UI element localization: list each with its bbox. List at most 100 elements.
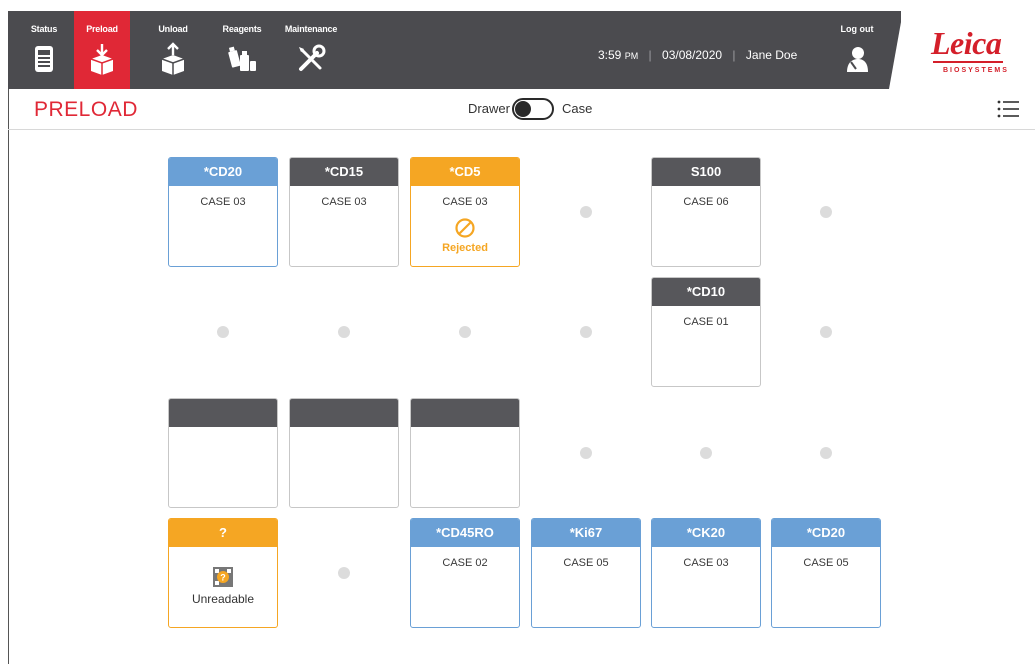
slide-body: CASE 03 xyxy=(169,186,277,208)
slide-card-frame[interactable] xyxy=(168,398,278,508)
slide-body xyxy=(169,427,277,437)
empty-slot[interactable] xyxy=(651,398,761,508)
slide-body: CASE 05 xyxy=(532,547,640,569)
nav-status-label: Status xyxy=(30,24,58,34)
nav-preload[interactable]: Preload xyxy=(74,11,130,89)
tools-icon xyxy=(299,44,326,71)
logout-button[interactable]: Log out xyxy=(834,11,880,89)
slide-card-frame[interactable]: *CD5 CASE 03 Rejected xyxy=(410,157,520,267)
separator: | xyxy=(648,48,652,62)
brand-name: Leica xyxy=(931,25,1002,61)
slide-card[interactable]: *CD20 CASE 03 xyxy=(168,157,278,267)
slide-card-frame[interactable]: *CD20 CASE 03 xyxy=(168,157,278,267)
status-clock: 3:59 PM | 03/08/2020 | Jane Doe xyxy=(598,48,797,62)
time-text: 3:59 xyxy=(598,48,622,62)
empty-slot-dot xyxy=(580,447,592,459)
slide-case: CASE 02 xyxy=(442,557,488,569)
slide-card-frame[interactable]: *Ki67 CASE 05 xyxy=(531,518,641,628)
nav-maintenance[interactable]: Maintenance xyxy=(278,11,344,89)
slide-body xyxy=(411,427,519,437)
slide-card-frame[interactable] xyxy=(410,398,520,508)
slide-card-frame[interactable]: *CD20 CASE 05 xyxy=(771,518,881,628)
slide-card-frame[interactable] xyxy=(289,398,399,508)
slide-body: CASE 05 xyxy=(772,547,880,569)
nav-reagents[interactable]: Reagents xyxy=(212,11,272,89)
slide-card[interactable]: *CD10 CASE 01 xyxy=(651,277,761,387)
empty-slot[interactable] xyxy=(410,277,520,387)
slide-card-frame[interactable]: *CK20 CASE 03 xyxy=(651,518,761,628)
empty-slot[interactable] xyxy=(531,398,641,508)
slide-marker xyxy=(411,399,519,427)
slide-case: CASE 06 xyxy=(683,196,729,208)
slide-body: CASE 02 xyxy=(411,547,519,569)
slide-card-frame[interactable]: *CD15 CASE 03 xyxy=(289,157,399,267)
slide-body: CASE 03 xyxy=(652,547,760,569)
empty-slot-dot xyxy=(459,326,471,338)
brand-subtitle: BIOSYSTEMS xyxy=(943,67,1009,74)
empty-slot[interactable] xyxy=(531,277,641,387)
slide-marker: *CD10 xyxy=(652,278,760,306)
empty-slot[interactable] xyxy=(168,277,278,387)
empty-slot-dot xyxy=(820,326,832,338)
slide-case: CASE 03 xyxy=(683,557,729,569)
slide-card-frame[interactable]: ?? Unreadable xyxy=(168,518,278,628)
top-navigation-bar: Status Preload Unload Reagents Maintenan… xyxy=(8,11,1035,89)
svg-text:?: ? xyxy=(220,573,226,583)
instrument-icon xyxy=(35,46,53,72)
slide-body: ? Unreadable xyxy=(169,547,277,606)
slide-card-frame[interactable]: S100 CASE 06 xyxy=(651,157,761,267)
slide-marker: *CD20 xyxy=(169,158,277,186)
slide-card[interactable]: ?? Unreadable xyxy=(168,518,278,628)
drawer-case-switch[interactable] xyxy=(512,98,554,120)
slide-card[interactable] xyxy=(168,398,278,508)
empty-slot-dot xyxy=(338,326,350,338)
slide-marker: *CD20 xyxy=(772,519,880,547)
slide-marker xyxy=(290,399,398,427)
slide-marker: ? xyxy=(169,519,277,547)
slide-card[interactable] xyxy=(410,398,520,508)
nav-unload-label: Unload xyxy=(158,24,188,34)
empty-slot-dot xyxy=(580,206,592,218)
slide-card-frame[interactable]: *CD45RO CASE 02 xyxy=(410,518,520,628)
slide-card[interactable]: S100 CASE 06 xyxy=(651,157,761,267)
empty-slot[interactable] xyxy=(531,157,641,267)
unreadable-barcode-icon: ? xyxy=(213,567,233,587)
nav-maintenance-label: Maintenance xyxy=(284,24,338,34)
empty-slot[interactable] xyxy=(771,277,881,387)
toggle-right-label: Case xyxy=(562,101,593,116)
nav-status[interactable]: Status xyxy=(20,11,68,89)
slide-card[interactable]: *CD5 CASE 03 Rejected xyxy=(410,157,520,267)
slide-card[interactable]: *CD45RO CASE 02 xyxy=(410,518,520,628)
slide-body: CASE 03 xyxy=(290,186,398,208)
slide-case: CASE 05 xyxy=(563,557,609,569)
slide-card[interactable]: *CD15 CASE 03 xyxy=(289,157,399,267)
empty-slot[interactable] xyxy=(289,518,399,628)
empty-slot[interactable] xyxy=(289,277,399,387)
list-menu-icon[interactable] xyxy=(997,98,1019,120)
toggle-left-label: Drawer xyxy=(468,101,510,116)
slide-card[interactable]: *Ki67 CASE 05 xyxy=(531,518,641,628)
slide-status: Rejected xyxy=(442,242,488,254)
slide-body xyxy=(290,427,398,437)
slide-body: CASE 06 xyxy=(652,186,760,208)
toggle-knob[interactable] xyxy=(515,101,531,117)
slide-card-frame[interactable]: *CD10 CASE 01 xyxy=(651,277,761,387)
left-border xyxy=(8,89,9,664)
date-text: 03/08/2020 xyxy=(662,48,723,62)
slide-case: CASE 01 xyxy=(683,316,729,328)
empty-slot[interactable] xyxy=(771,157,881,267)
slide-body: CASE 01 xyxy=(652,306,760,328)
slide-marker: S100 xyxy=(652,158,760,186)
slide-marker xyxy=(169,399,277,427)
slide-card[interactable] xyxy=(289,398,399,508)
slide-card[interactable]: *CK20 CASE 03 xyxy=(651,518,761,628)
nav-unload[interactable]: Unload xyxy=(148,11,198,89)
separator: | xyxy=(732,48,736,62)
brand-underline xyxy=(933,61,1003,63)
tray-upload-icon xyxy=(161,42,185,75)
slide-card[interactable]: *CD20 CASE 05 xyxy=(771,518,881,628)
user-name: Jane Doe xyxy=(745,48,798,62)
nav-preload-label: Preload xyxy=(86,24,118,34)
empty-slot[interactable] xyxy=(771,398,881,508)
slide-marker: *CD45RO xyxy=(411,519,519,547)
